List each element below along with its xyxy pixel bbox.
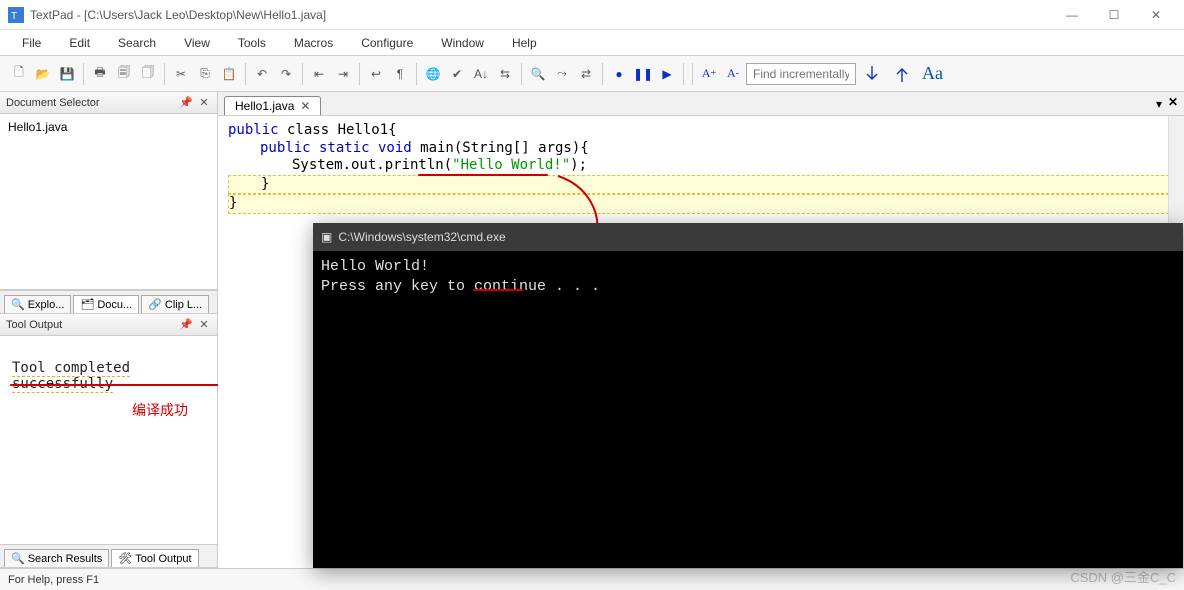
menu-window[interactable]: Window [429, 33, 496, 53]
web-icon[interactable]: 🌐 [422, 63, 444, 85]
menu-bar: File Edit Search View Tools Macros Confi… [0, 30, 1184, 56]
cut-icon[interactable]: ✂ [170, 63, 192, 85]
status-text: For Help, press F1 [8, 574, 99, 586]
editor-tab-label: Hello1.java [235, 99, 294, 113]
editor-close-all-icon[interactable]: ✕ [1168, 95, 1178, 109]
pin-icon[interactable]: 📌 [179, 96, 193, 110]
font-increase-icon[interactable]: A+ [698, 63, 720, 85]
editor-tab-bar: Hello1.java ✕ ▾ ✕ [218, 92, 1184, 116]
copy-format-icon[interactable]: 🗍 [137, 63, 159, 85]
app-icon: T [8, 7, 24, 23]
cmd-title-text: C:\Windows\system32\cmd.exe [338, 230, 505, 244]
pilcrow-icon[interactable]: ¶ [389, 63, 411, 85]
find-prev-button[interactable] [888, 60, 916, 88]
tab-close-icon[interactable]: ✕ [300, 99, 310, 113]
cmd-title-bar[interactable]: ▣ C:\Windows\system32\cmd.exe [313, 223, 1183, 251]
find-next-button[interactable] [858, 60, 886, 88]
tab-search-results[interactable]: 🔍Search Results [4, 549, 109, 567]
save-icon[interactable]: 💾 [56, 63, 78, 85]
svg-text:T: T [11, 11, 17, 22]
document-item[interactable]: Hello1.java [4, 118, 213, 136]
tool-output-panel: Tool completed successfully 编译成功 🔍Search… [0, 336, 217, 568]
find-icon[interactable]: 🔍 [527, 63, 549, 85]
sort-az-icon[interactable]: A↓ [470, 63, 492, 85]
play-macro-icon[interactable]: ▶ [656, 63, 678, 85]
panel-close-icon[interactable]: ✕ [197, 96, 211, 110]
pause-macro-icon[interactable]: ❚❚ [632, 63, 654, 85]
wrap-icon[interactable]: ↩ [365, 63, 387, 85]
title-bar: T TextPad - [C:\Users\Jack Leo\Desktop\N… [0, 0, 1184, 30]
compare-icon[interactable]: ⇆ [494, 63, 516, 85]
close-button[interactable]: ✕ [1136, 2, 1176, 28]
tab-dropdown-icon[interactable]: ▾ [1156, 97, 1162, 111]
tab-explorer[interactable]: 🔍Explo... [4, 295, 71, 313]
copy-icon[interactable]: ⎘ [194, 63, 216, 85]
paste-icon[interactable]: 📋 [218, 63, 240, 85]
tool-bottom-tabs: 🔍Search Results 🛠Tool Output [0, 544, 217, 568]
status-bar: For Help, press F1 CSDN @三金C_C [0, 568, 1184, 590]
tab-tool-output[interactable]: 🛠Tool Output [111, 549, 198, 567]
editor-tab[interactable]: Hello1.java ✕ [224, 96, 321, 115]
menu-macros[interactable]: Macros [282, 33, 345, 53]
redo-icon[interactable]: ↷ [275, 63, 297, 85]
cmd-line: Hello World! [321, 257, 1175, 277]
undo-icon[interactable]: ↶ [251, 63, 273, 85]
menu-file[interactable]: File [10, 33, 53, 53]
panel-close-icon[interactable]: ✕ [197, 318, 211, 332]
pin-icon[interactable]: 📌 [179, 318, 193, 332]
cmd-window[interactable]: ▣ C:\Windows\system32\cmd.exe Hello Worl… [313, 223, 1183, 568]
cmd-icon: ▣ [321, 230, 332, 244]
font-style-button[interactable]: Aa [918, 63, 947, 84]
toolbar: 🗋 📂 💾 🖶 🗐 🗍 ✂ ⎘ 📋 ↶ ↷ ⇤ ⇥ ↩ ¶ 🌐 ✔ A↓ ⇆ 🔍… [0, 56, 1184, 92]
maximize-button[interactable]: ☐ [1094, 2, 1134, 28]
tab-documents[interactable]: 🗂Docu... [73, 295, 139, 313]
indent-left-icon[interactable]: ⇤ [308, 63, 330, 85]
menu-view[interactable]: View [172, 33, 222, 53]
doc-selector-header: Document Selector 📌 ✕ [0, 92, 217, 114]
document-list: Hello1.java [0, 114, 217, 290]
new-file-icon[interactable]: 🗋 [8, 63, 30, 85]
menu-configure[interactable]: Configure [349, 33, 425, 53]
record-macro-icon[interactable]: ● [608, 63, 630, 85]
cmd-line: Press any key to continue . . . [321, 277, 1175, 297]
print-icon[interactable]: 🖶 [89, 63, 111, 85]
find-incremental-input[interactable] [746, 63, 856, 85]
font-decrease-icon[interactable]: A- [722, 63, 744, 85]
find-next-icon[interactable]: ⤳ [551, 63, 573, 85]
menu-help[interactable]: Help [500, 33, 549, 53]
spell-icon[interactable]: ✔ [446, 63, 468, 85]
print-preview-icon[interactable]: 🗐 [113, 63, 135, 85]
tool-output-title: Tool Output [6, 319, 62, 331]
menu-edit[interactable]: Edit [57, 33, 102, 53]
left-bottom-tabs: 🔍Explo... 🗂Docu... 🔗Clip L... [0, 290, 217, 314]
menu-search[interactable]: Search [106, 33, 168, 53]
minimize-button[interactable]: — [1052, 2, 1092, 28]
indent-right-icon[interactable]: ⇥ [332, 63, 354, 85]
menu-tools[interactable]: Tools [226, 33, 278, 53]
window-title: TextPad - [C:\Users\Jack Leo\Desktop\New… [30, 8, 1052, 22]
watermark: CSDN @三金C_C [1070, 567, 1176, 586]
open-file-icon[interactable]: 📂 [32, 63, 54, 85]
cmd-body: Hello World! Press any key to continue .… [313, 251, 1183, 302]
doc-selector-title: Document Selector [6, 97, 100, 109]
tab-clip[interactable]: 🔗Clip L... [141, 295, 209, 313]
tool-output-header: Tool Output 📌 ✕ [0, 314, 217, 336]
annotation-compile-success: 编译成功 [132, 400, 188, 420]
replace-icon[interactable]: ⇄ [575, 63, 597, 85]
tool-output-text: Tool completed successfully [12, 360, 130, 393]
